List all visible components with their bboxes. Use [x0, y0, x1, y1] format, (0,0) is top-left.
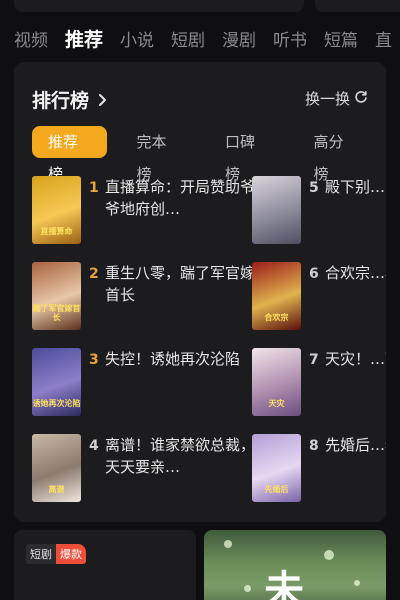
- book-cover-text: 诱她再次沦陷: [32, 399, 81, 408]
- tab-audiobook[interactable]: 听书: [273, 26, 307, 51]
- subtab-completed[interactable]: 完本榜: [121, 126, 196, 183]
- book-title: 殿下别…的佛珠…: [325, 178, 386, 196]
- tab-video[interactable]: 视频: [14, 26, 48, 51]
- badge-row: 短剧 爆款: [26, 544, 86, 564]
- hot-badge: 爆款: [56, 544, 86, 564]
- tab-short-story[interactable]: 短篇: [324, 26, 358, 51]
- book-title: 失控！诱她再次沦陷: [105, 350, 241, 368]
- book-cover-text: 天灾: [268, 399, 285, 408]
- book-rank-number: 4: [89, 438, 99, 454]
- ranking-title: 排行榜: [32, 90, 90, 112]
- book-rank-number: 3: [89, 352, 99, 368]
- subtab-recommend[interactable]: 推荐榜: [32, 126, 107, 183]
- book-cover[interactable]: [252, 176, 301, 244]
- book-rank-number: 2: [89, 266, 99, 282]
- top-card-remnant: [14, 0, 304, 12]
- subtab-reputation[interactable]: 口碑榜: [209, 126, 284, 183]
- refresh-label: 换一换: [304, 90, 350, 108]
- ranking-book-item[interactable]: 5 殿下别…的佛珠…: [252, 176, 386, 246]
- subtab-high-score[interactable]: 高分榜: [298, 126, 373, 183]
- category-tabs: 视频 推荐 小说 短剧 漫剧 听书 短篇 直: [14, 22, 400, 54]
- book-cover[interactable]: 天灾: [252, 348, 301, 416]
- ranking-book-item[interactable]: 诱她再次沦陷 3 失控！诱她再次沦陷: [32, 348, 272, 418]
- book-title: 离谱！谁家禁欲总裁，天天要亲…: [105, 436, 255, 476]
- poster-sparkle: [244, 585, 251, 592]
- poster-title-char: 未: [264, 568, 304, 600]
- ranking-book-item[interactable]: 天灾 7 天灾！…下粮仓…: [252, 348, 386, 418]
- short-drama-card[interactable]: 短剧 爆款: [14, 530, 196, 600]
- book-cover[interactable]: 离谱: [32, 434, 81, 502]
- book-rank-number: 6: [309, 266, 319, 282]
- book-title: 合欢宗…小白花…: [325, 264, 386, 282]
- book-title: 重生八零，踹了军官嫁首长: [105, 264, 255, 304]
- tab-comic-drama[interactable]: 漫剧: [222, 26, 256, 51]
- book-cover[interactable]: 直播算命: [32, 176, 81, 244]
- ranking-book-item[interactable]: 先婚后 8 先婚后…老公野…: [252, 434, 386, 504]
- book-cover-text: 合欢宗: [264, 313, 289, 322]
- book-rank-number: 8: [309, 438, 319, 454]
- book-cover[interactable]: 合欢宗: [252, 262, 301, 330]
- poster-sparkle: [224, 540, 232, 548]
- ranking-sub-tabs: 推荐榜 完本榜 口碑榜 高分榜: [32, 126, 386, 183]
- book-title: 先婚后…老公野…: [325, 436, 386, 454]
- book-cover-text: 踹了军官嫁首长: [32, 304, 81, 322]
- book-title: 天灾！…下粮仓…: [325, 350, 386, 368]
- book-cover[interactable]: 诱她再次沦陷: [32, 348, 81, 416]
- poster-sparkle: [324, 550, 334, 560]
- drama-poster[interactable]: 未: [204, 530, 386, 600]
- book-rank-number: 5: [309, 180, 319, 196]
- tab-more[interactable]: 直: [375, 26, 392, 51]
- ranking-book-item[interactable]: 直播算命 1 直播算命：开局赞助爷爷地府创…: [32, 176, 272, 246]
- chevron-right-icon: [95, 92, 111, 108]
- ranking-book-item[interactable]: 踹了军官嫁首长 2 重生八零，踹了军官嫁首长: [32, 262, 272, 332]
- book-cover-text: 直播算命: [40, 227, 73, 236]
- top-card-remnant-right: [315, 0, 400, 12]
- book-rank-number: 1: [89, 180, 99, 196]
- ranking-card: 排行榜 换一换 推荐榜 完本榜 口碑榜 高分榜 直播算命 1 直播算命：开局赞助爷爷…: [14, 62, 386, 522]
- ranking-book-item[interactable]: 离谱 4 离谱！谁家禁欲总裁，天天要亲…: [32, 434, 272, 504]
- refresh-button[interactable]: 换一换: [305, 88, 368, 109]
- tab-recommend[interactable]: 推荐: [65, 25, 103, 52]
- book-cover[interactable]: 踹了军官嫁首长: [32, 262, 81, 330]
- book-cover-text: 先婚后: [264, 485, 289, 494]
- book-cover[interactable]: 先婚后: [252, 434, 301, 502]
- category-badge: 短剧: [26, 544, 56, 564]
- ranking-header[interactable]: 排行榜: [32, 86, 111, 113]
- book-title: 直播算命：开局赞助爷爷地府创…: [105, 178, 255, 218]
- book-rank-number: 7: [309, 352, 319, 368]
- poster-sparkle: [354, 580, 360, 586]
- tab-short-drama[interactable]: 短剧: [171, 26, 205, 51]
- tab-novel[interactable]: 小说: [120, 26, 154, 51]
- ranking-book-item[interactable]: 合欢宗 6 合欢宗…小白花…: [252, 262, 386, 332]
- book-cover-text: 离谱: [48, 485, 65, 494]
- refresh-icon: [350, 90, 368, 108]
